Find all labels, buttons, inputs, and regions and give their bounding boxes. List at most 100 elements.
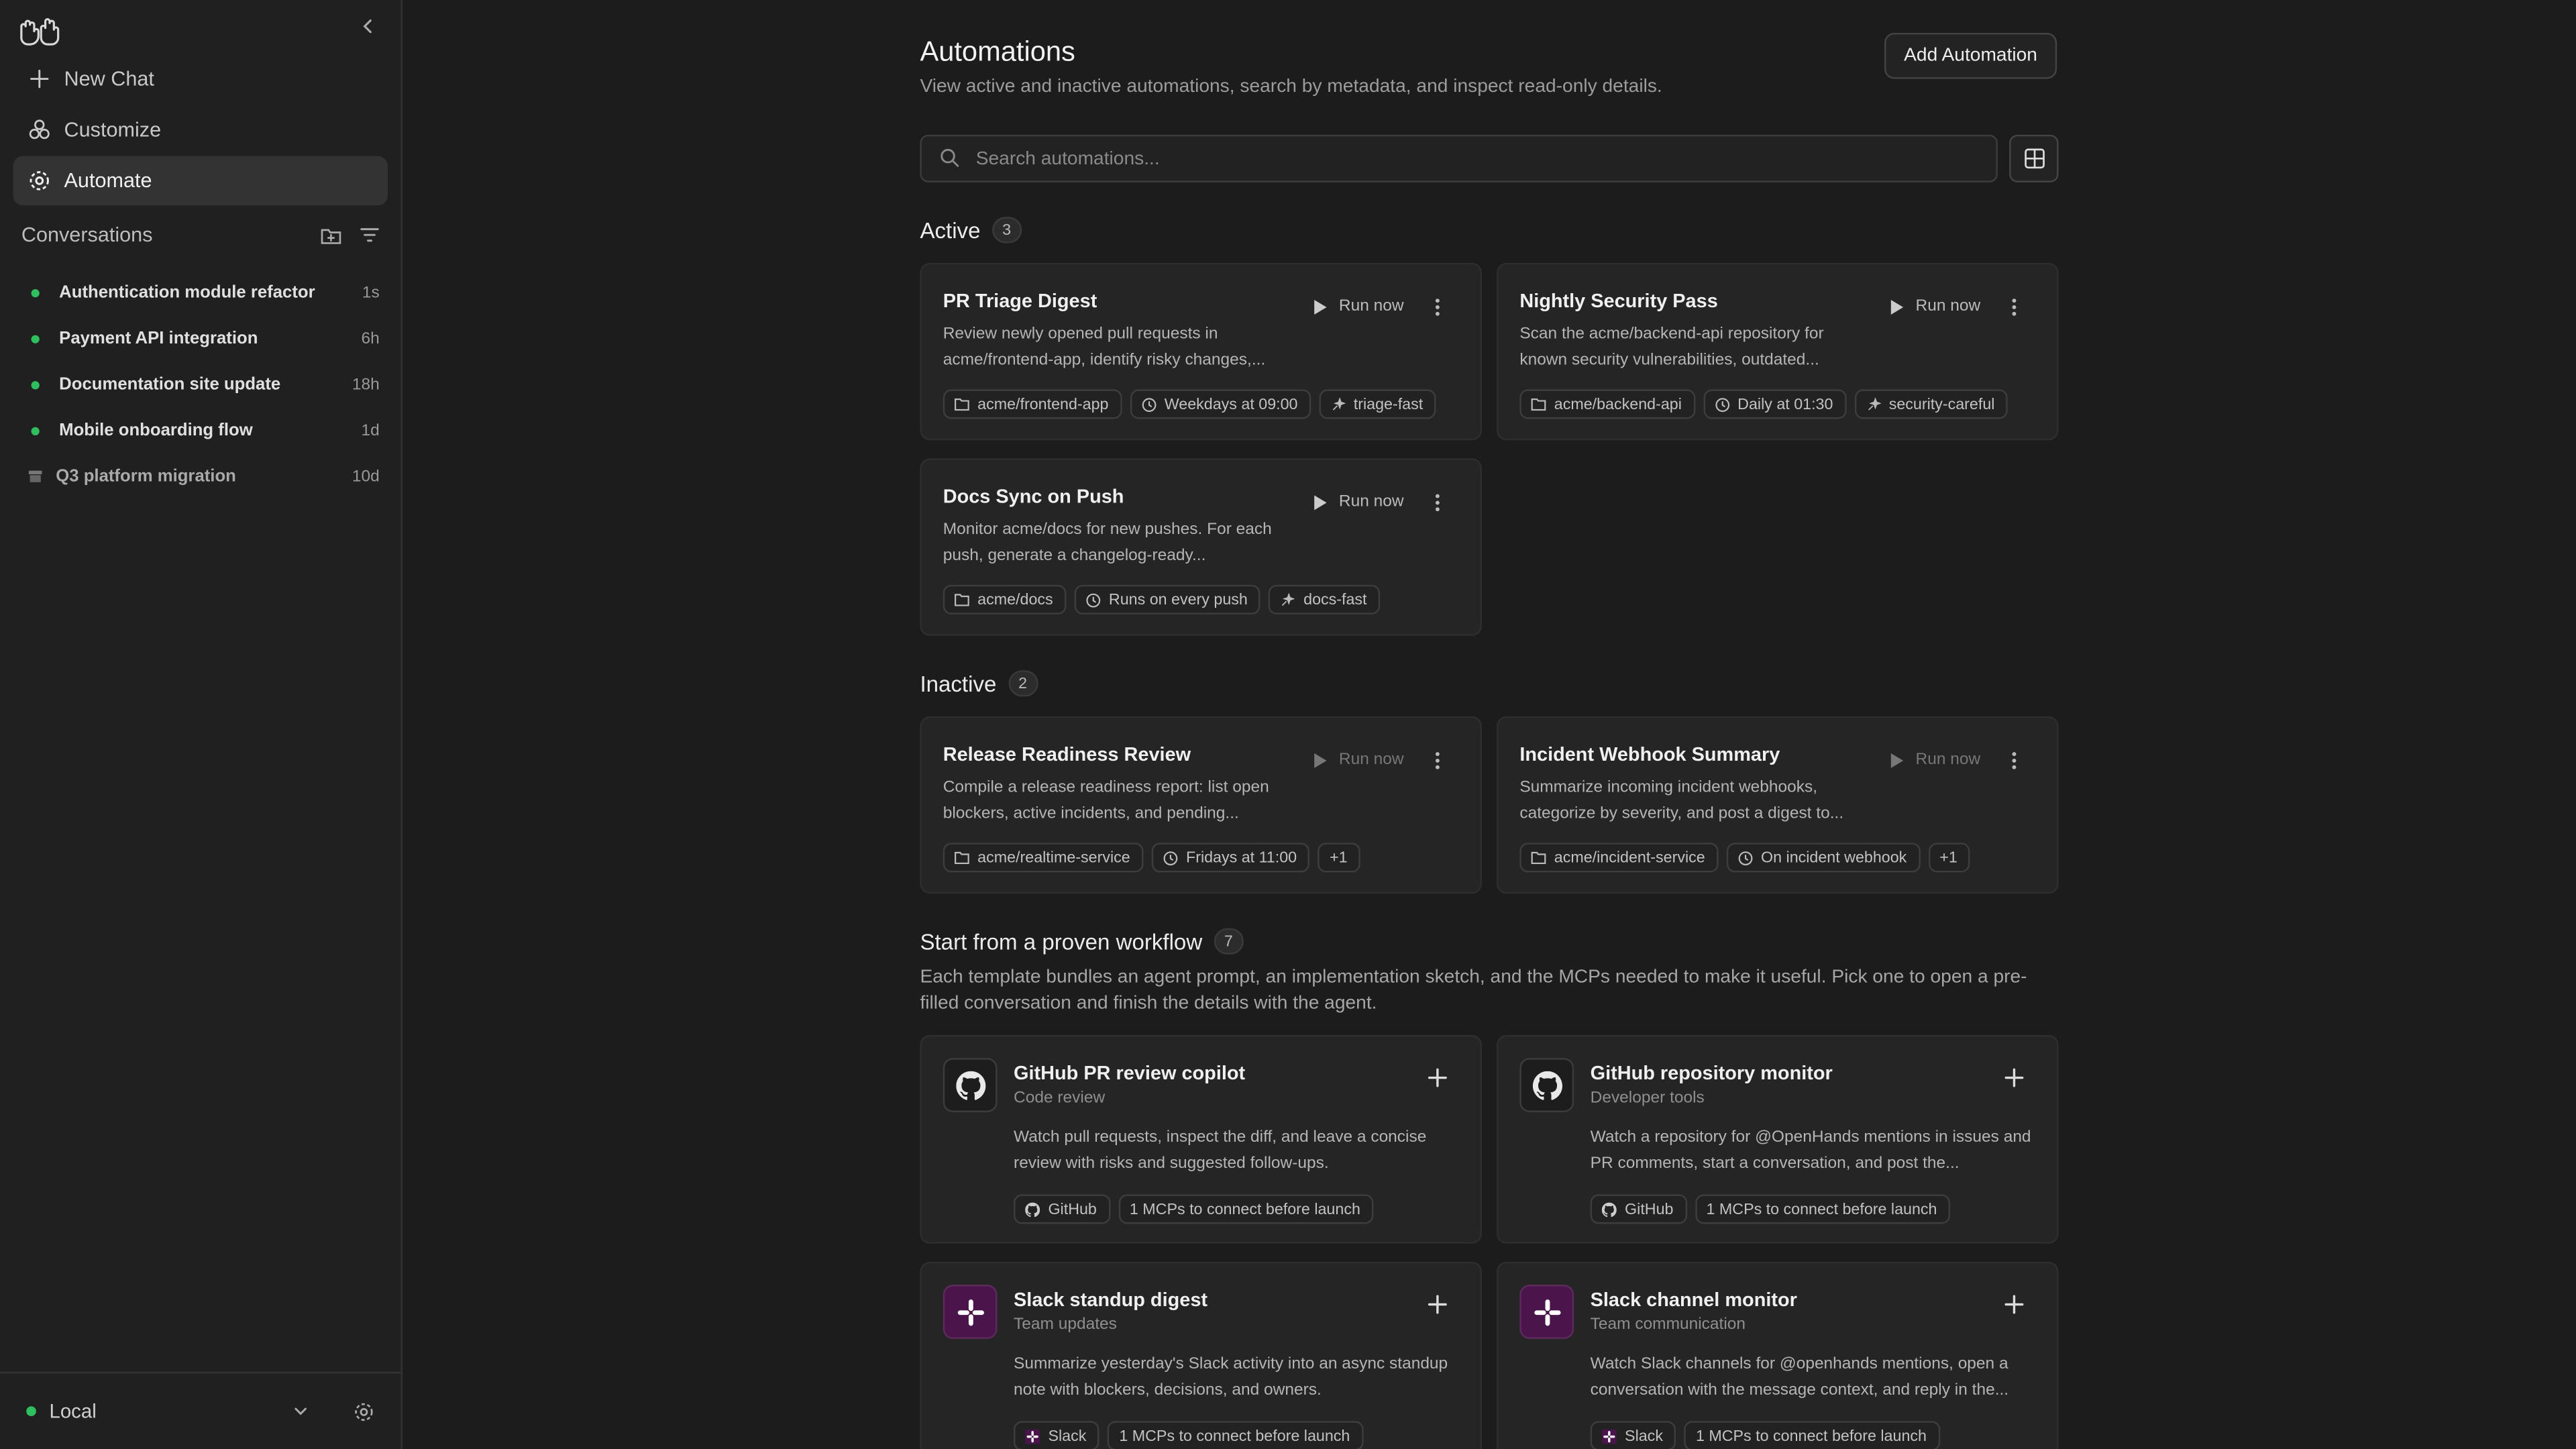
run-now-label: Run now xyxy=(1338,492,1404,511)
sparkle-icon xyxy=(1330,396,1346,411)
github-icon xyxy=(1519,1058,1574,1112)
page-subtitle: View active and inactive automations, se… xyxy=(920,77,1662,97)
run-now-button[interactable]: Run now xyxy=(1313,493,1404,511)
add-template-button[interactable] xyxy=(1419,1287,1456,1323)
template-card-github-repo-monitor[interactable]: GitHub repository monitor Developer tool… xyxy=(1497,1034,2059,1244)
more-chip[interactable]: +1 xyxy=(1318,843,1361,873)
more-options-icon[interactable] xyxy=(1428,749,1447,772)
automation-card-incident-webhook[interactable]: Incident Webhook Summary Summarize incom… xyxy=(1497,716,2059,894)
settings-gear-icon[interactable] xyxy=(352,1400,374,1423)
add-template-button[interactable] xyxy=(1419,1060,1456,1096)
active-status-dot xyxy=(31,380,40,389)
play-icon xyxy=(1313,751,1328,767)
run-now-button[interactable]: Run now xyxy=(1889,297,1980,315)
play-icon xyxy=(1889,298,1904,314)
mcp-requirement-chip: 1 MCPs to connect before launch xyxy=(1118,1194,1374,1224)
plus-icon xyxy=(28,67,51,90)
conversation-item[interactable]: Mobile onboarding flow 1d xyxy=(21,407,380,453)
schedule-chip: Runs on every push xyxy=(1074,584,1261,614)
inactive-count-badge: 2 xyxy=(1008,670,1038,697)
clock-icon xyxy=(1141,396,1156,411)
run-now-button-disabled[interactable]: Run now xyxy=(1889,751,1980,769)
integration-chip: GitHub xyxy=(1014,1194,1110,1224)
profile-chip: triage-fast xyxy=(1319,389,1436,419)
more-options-icon[interactable] xyxy=(1428,491,1447,514)
chevron-down-icon[interactable] xyxy=(289,1400,312,1423)
conversation-time: 10d xyxy=(352,467,380,486)
add-template-button[interactable] xyxy=(1996,1060,2033,1096)
template-card-slack-standup[interactable]: Slack standup digest Team updates Summar… xyxy=(920,1261,1482,1449)
new-folder-icon[interactable] xyxy=(317,222,343,248)
repo-chip: acme/incident-service xyxy=(1519,843,1719,873)
add-automation-button[interactable]: Add Automation xyxy=(1884,32,2057,79)
template-title: Slack channel monitor xyxy=(1590,1288,1797,1311)
nav-new-chat[interactable]: New Chat xyxy=(13,54,388,103)
profile-chip: docs-fast xyxy=(1269,584,1381,614)
openhands-logo-icon[interactable] xyxy=(16,13,62,46)
filter-icon[interactable] xyxy=(356,222,382,248)
repo-chip: acme/frontend-app xyxy=(943,389,1122,419)
conversation-list: Authentication module refactor 1s Paymen… xyxy=(21,270,380,500)
template-category: Team updates xyxy=(1014,1316,1117,1334)
automation-description: Review newly opened pull requests in acm… xyxy=(943,325,1266,370)
more-options-icon[interactable] xyxy=(1428,296,1447,319)
run-now-label: Run now xyxy=(1915,751,1981,769)
active-section-label: Active xyxy=(920,217,981,243)
chip-label: Daily at 01:30 xyxy=(1737,394,1833,413)
workflows-section-label: Start from a proven workflow xyxy=(920,928,1203,954)
plus-icon xyxy=(2004,1068,2024,1087)
automation-card-pr-triage[interactable]: PR Triage Digest Review newly opened pul… xyxy=(920,262,1482,441)
environment-status-dot xyxy=(26,1406,36,1417)
active-section-title: Active 3 xyxy=(920,217,1022,244)
template-card-slack-channel-monitor[interactable]: Slack channel monitor Team communication… xyxy=(1497,1261,2059,1449)
automation-title: PR Triage Digest xyxy=(943,289,1097,313)
conversation-item[interactable]: Documentation site update 18h xyxy=(21,362,380,408)
more-chip[interactable]: +1 xyxy=(1928,843,1971,873)
mcp-requirement-chip: 1 MCPs to connect before launch xyxy=(1695,1194,1951,1224)
automation-title: Nightly Security Pass xyxy=(1519,289,1718,313)
conversation-label: Payment API integration xyxy=(59,328,258,349)
github-small-icon xyxy=(1025,1201,1040,1216)
inactive-section-label: Inactive xyxy=(920,671,997,696)
app-window: New Chat Customize Automate Conversation… xyxy=(0,0,2576,1449)
chip-label: acme/backend-api xyxy=(1554,394,1682,413)
chip-label: Weekdays at 09:00 xyxy=(1164,394,1298,413)
slack-small-icon xyxy=(1601,1428,1617,1444)
automation-card-docs-sync[interactable]: Docs Sync on Push Monitor acme/docs for … xyxy=(920,458,1482,636)
environment-selector[interactable]: Local xyxy=(49,1400,289,1423)
plus-icon xyxy=(1428,1295,1447,1314)
automation-card-release-readiness[interactable]: Release Readiness Review Compile a relea… xyxy=(920,716,1482,894)
grid-view-button[interactable] xyxy=(2009,134,2059,182)
folder-icon xyxy=(954,850,969,865)
search-input[interactable] xyxy=(975,148,1996,169)
template-title: GitHub repository monitor xyxy=(1590,1061,1833,1085)
schedule-chip: On incident webhook xyxy=(1726,843,1920,873)
automation-title: Release Readiness Review xyxy=(943,742,1191,766)
template-card-github-pr-review[interactable]: GitHub PR review copilot Code review Wat… xyxy=(920,1034,1482,1244)
active-status-dot xyxy=(31,288,40,297)
conversation-item[interactable]: Authentication module refactor 1s xyxy=(21,270,380,316)
github-small-icon xyxy=(1601,1201,1617,1216)
template-description: Summarize yesterday's Slack activity int… xyxy=(1014,1355,1448,1400)
automation-chips: acme/incident-service On incident webhoo… xyxy=(1519,843,1978,873)
add-template-button[interactable] xyxy=(1996,1287,2033,1323)
automation-chips: acme/frontend-app Weekdays at 09:00 tria… xyxy=(943,389,1444,419)
conversation-item[interactable]: Q3 platform migration 10d xyxy=(21,453,380,500)
repo-chip: acme/docs xyxy=(943,584,1067,614)
run-now-button[interactable]: Run now xyxy=(1313,297,1404,315)
more-options-icon[interactable] xyxy=(2004,749,2024,772)
more-options-icon[interactable] xyxy=(2004,296,2024,319)
chip-label: On incident webhook xyxy=(1761,848,1907,867)
conversation-item[interactable]: Payment API integration 6h xyxy=(21,315,380,362)
plus-icon xyxy=(2004,1295,2024,1314)
nav-automate[interactable]: Automate xyxy=(13,156,388,206)
automation-card-nightly-security[interactable]: Nightly Security Pass Scan the acme/back… xyxy=(1497,262,2059,441)
template-chips: Slack 1 MCPs to connect before launch xyxy=(1590,1421,1948,1449)
customize-icon xyxy=(28,118,51,141)
nav-customize[interactable]: Customize xyxy=(13,105,388,154)
folder-icon xyxy=(1531,850,1546,865)
chip-label: acme/incident-service xyxy=(1554,848,1705,867)
mcp-requirement-chip: 1 MCPs to connect before launch xyxy=(1684,1421,1940,1449)
run-now-button-disabled[interactable]: Run now xyxy=(1313,751,1404,769)
collapse-sidebar-button[interactable] xyxy=(355,13,381,40)
